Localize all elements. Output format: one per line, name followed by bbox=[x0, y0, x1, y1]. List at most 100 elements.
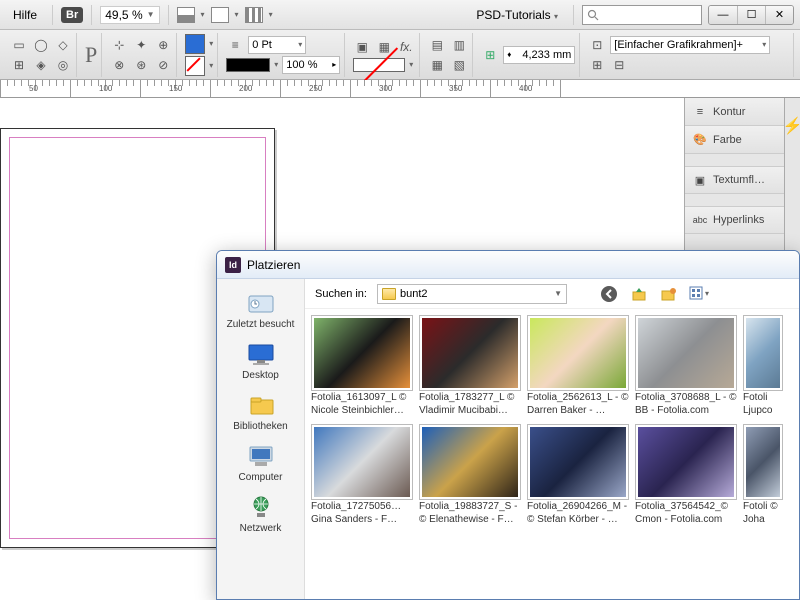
search-in-label: Suchen in: bbox=[315, 288, 367, 300]
indesign-icon: Id bbox=[225, 257, 241, 273]
file-thumb[interactable]: Fotolia_3708688_L - © BB - Fotolia.com bbox=[635, 315, 737, 418]
folder-select[interactable]: bunt2 ▼ bbox=[377, 284, 567, 304]
tool-icon[interactable]: ⊟ bbox=[610, 56, 628, 74]
dimension-icon[interactable]: ⊞ bbox=[481, 46, 499, 64]
hyperlink-icon: abc bbox=[693, 213, 707, 227]
file-thumb[interactable]: Fotoli © Joha bbox=[743, 424, 783, 527]
workspace-switcher[interactable]: PSD-Tutorials ▾ bbox=[469, 5, 565, 25]
separator bbox=[573, 5, 574, 25]
tool-icon[interactable]: ⊹ bbox=[110, 36, 128, 54]
file-name: Fotolia_17275056… Gina Sanders - F… bbox=[311, 501, 413, 527]
computer-icon bbox=[244, 442, 278, 470]
file-name: Fotolia_19883727_S - © Elenathewise - F… bbox=[419, 501, 521, 527]
chevron-down-icon: ▾ bbox=[235, 10, 239, 19]
file-name: Fotolia_26904266_M - © Stefan Körber - … bbox=[527, 501, 629, 527]
close-button[interactable]: ✕ bbox=[765, 6, 793, 24]
stroke-style[interactable] bbox=[226, 58, 270, 72]
place-recent[interactable]: Zuletzt besucht bbox=[217, 285, 304, 334]
place-dialog: Id Platzieren Zuletzt besucht Desktop Bi… bbox=[216, 250, 800, 600]
palette-icon: 🎨 bbox=[693, 133, 707, 147]
tool-icon[interactable]: ⊘ bbox=[154, 56, 172, 74]
tool-icon[interactable]: ⊗ bbox=[110, 56, 128, 74]
file-thumb[interactable]: Fotolia_26904266_M - © Stefan Körber - … bbox=[527, 424, 629, 527]
panel-text-wrap[interactable]: ▣Textumfl… bbox=[685, 166, 784, 194]
search-input[interactable] bbox=[582, 5, 702, 25]
new-folder-button[interactable] bbox=[659, 284, 679, 304]
file-name: Fotoli Ljupco bbox=[743, 392, 783, 418]
view-menu-button[interactable]: ▾ bbox=[689, 284, 709, 304]
place-computer[interactable]: Computer bbox=[217, 438, 304, 487]
file-thumb[interactable]: Fotoli Ljupco bbox=[743, 315, 783, 418]
stroke-icon: ≡ bbox=[693, 105, 707, 119]
dialog-title-bar[interactable]: Id Platzieren bbox=[217, 251, 799, 279]
tool-icon[interactable]: ⊞ bbox=[10, 56, 28, 74]
screen-mode-icon[interactable] bbox=[211, 7, 229, 23]
tool-icon[interactable]: ⊞ bbox=[588, 56, 606, 74]
chevron-down-icon: ▼ bbox=[147, 10, 155, 19]
dimension-input[interactable]: ♦4,233 mm bbox=[503, 46, 575, 64]
file-name: Fotolia_3708688_L - © BB - Fotolia.com bbox=[635, 392, 737, 418]
panel-stroke[interactable]: ≡Kontur bbox=[685, 98, 784, 126]
libraries-icon bbox=[244, 391, 278, 419]
align-icon[interactable]: ▦ bbox=[428, 56, 446, 74]
separator bbox=[168, 5, 169, 25]
chevron-down-icon: ▾ bbox=[201, 10, 205, 19]
ellipse-icon[interactable]: ◯ bbox=[32, 36, 50, 54]
up-button[interactable] bbox=[629, 284, 649, 304]
opacity-input[interactable]: 100 %▸ bbox=[282, 56, 340, 74]
place-libraries[interactable]: Bibliotheken bbox=[217, 387, 304, 436]
view-options-icon[interactable] bbox=[177, 7, 195, 23]
panel-hyperlinks[interactable]: abcHyperlinks bbox=[685, 206, 784, 234]
bridge-button[interactable]: Br bbox=[61, 7, 83, 23]
align-icon[interactable]: ▧ bbox=[450, 56, 468, 74]
panel-color[interactable]: 🎨Farbe bbox=[685, 126, 784, 154]
places-bar: Zuletzt besucht Desktop Bibliotheken Com… bbox=[217, 279, 305, 599]
file-thumb[interactable]: Fotolia_19883727_S - © Elenathewise - F… bbox=[419, 424, 521, 527]
arrange-docs-icon[interactable] bbox=[245, 7, 263, 23]
file-thumb[interactable]: Fotolia_1783277_L © Vladimir Mucibabi… bbox=[419, 315, 521, 418]
file-name: Fotolia_1613097_L © Nicole Steinbichler… bbox=[311, 392, 413, 418]
file-thumb[interactable]: Fotolia_2562613_L - © Darren Baker - … bbox=[527, 315, 629, 418]
back-button[interactable] bbox=[599, 284, 619, 304]
tool-icon[interactable]: ✦ bbox=[132, 36, 150, 54]
minimize-button[interactable]: — bbox=[709, 6, 737, 24]
align-icon[interactable]: ▤ bbox=[428, 36, 446, 54]
horizontal-ruler[interactable]: 50100150200250300350400 bbox=[0, 80, 800, 98]
shape-icon[interactable]: ▭ bbox=[10, 36, 28, 54]
place-network[interactable]: Netzwerk bbox=[217, 489, 304, 538]
tool-icon[interactable]: ◎ bbox=[54, 56, 72, 74]
help-menu[interactable]: Hilfe bbox=[6, 5, 44, 25]
object-style-select[interactable]: [Einfacher Grafikrahmen]+▾ bbox=[610, 36, 770, 54]
frame-icon: ⊡ bbox=[588, 36, 606, 54]
tool-icon[interactable]: ⊛ bbox=[132, 56, 150, 74]
file-thumb[interactable]: Fotolia_1613097_L © Nicole Steinbichler… bbox=[311, 315, 413, 418]
control-toolbar: ▭◯◇ ⊞◈◎ P ⊹✦⊕ ⊗⊛⊘ ▾ ▾ ≡ 0 Pt▾ ▾ 100 %▸ ▣… bbox=[0, 30, 800, 80]
file-name: Fotolia_1783277_L © Vladimir Mucibabi… bbox=[419, 392, 521, 418]
character-formatting-icon[interactable]: P bbox=[85, 42, 97, 68]
zoom-level[interactable]: 49,5 % ▼ bbox=[100, 6, 159, 24]
tool-icon[interactable]: ⊕ bbox=[154, 36, 172, 54]
file-thumb[interactable]: Fotolia_17275056… Gina Sanders - F… bbox=[311, 424, 413, 527]
none-swatch[interactable] bbox=[353, 58, 405, 72]
dialog-toolbar: Suchen in: bunt2 ▼ ▾ bbox=[305, 279, 799, 309]
dialog-title: Platzieren bbox=[247, 258, 300, 272]
polygon-icon[interactable]: ◇ bbox=[54, 36, 72, 54]
maximize-button[interactable]: ☐ bbox=[737, 6, 765, 24]
stroke-weight-icon: ≡ bbox=[226, 36, 244, 54]
file-name: Fotoli © Joha bbox=[743, 501, 783, 527]
window-controls: — ☐ ✕ bbox=[708, 5, 794, 25]
fill-swatch[interactable] bbox=[185, 34, 205, 54]
tool-icon[interactable]: ▣ bbox=[353, 38, 371, 56]
stroke-swatch[interactable] bbox=[185, 56, 205, 76]
place-desktop[interactable]: Desktop bbox=[217, 336, 304, 385]
text-wrap-icon: ▣ bbox=[693, 173, 707, 187]
recent-icon bbox=[244, 289, 278, 317]
tool-icon[interactable]: ◈ bbox=[32, 56, 50, 74]
folder-icon bbox=[382, 288, 396, 300]
file-thumb[interactable]: Fotolia_37564542_© Cmon - Fotolia.com bbox=[635, 424, 737, 527]
stroke-weight-input[interactable]: 0 Pt▾ bbox=[248, 36, 306, 54]
separator bbox=[52, 5, 53, 25]
zoom-value: 49,5 % bbox=[105, 8, 142, 22]
chevron-down-icon: ▾ bbox=[274, 60, 278, 69]
align-icon[interactable]: ▥ bbox=[450, 36, 468, 54]
